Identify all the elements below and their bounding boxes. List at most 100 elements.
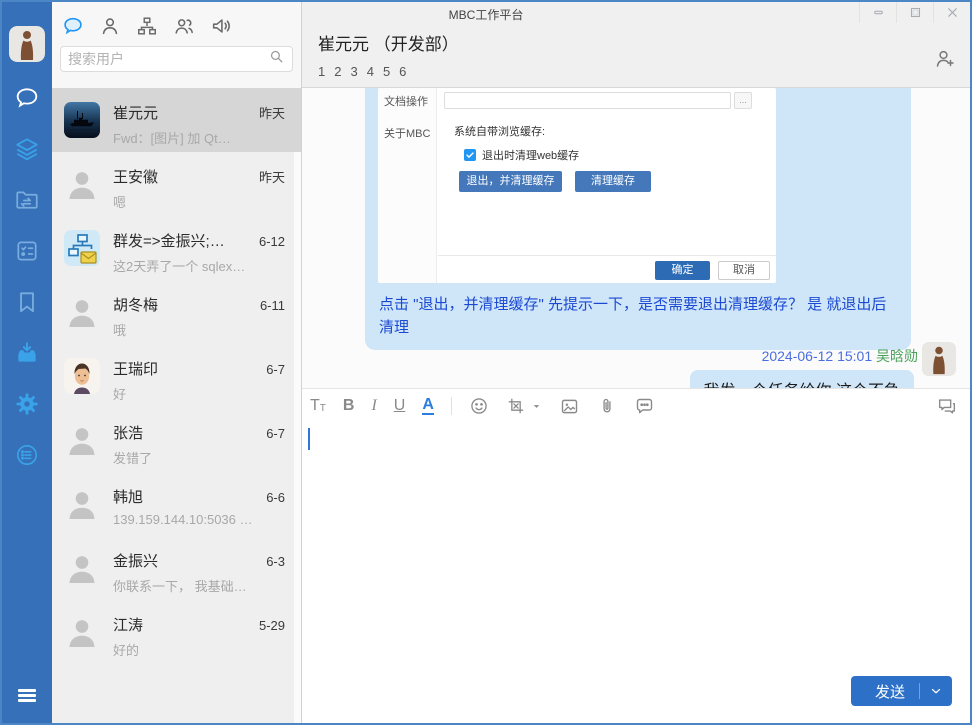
org-chart-icon[interactable] [136, 15, 158, 37]
message-sender: 吴晗勋 [876, 348, 918, 364]
inbox-download-icon[interactable] [13, 339, 41, 367]
tab-3[interactable]: 3 [350, 64, 357, 79]
tab-6[interactable]: 6 [399, 64, 406, 79]
contact-time: 6-12 [259, 234, 285, 249]
dialog-exit-clear-button: 退出，并清理缓存 [459, 171, 562, 192]
titlebar: MBC工作平台 [302, 2, 970, 23]
chat-panel: MBC工作平台 崔元元 （开发部） 1 2 3 4 [302, 2, 970, 723]
search-input[interactable] [68, 51, 268, 67]
contact-time: 5-29 [259, 618, 285, 633]
default-avatar [64, 294, 100, 330]
recent-chats-icon[interactable] [62, 15, 84, 37]
attachment-icon[interactable] [597, 396, 617, 416]
default-avatar [64, 550, 100, 586]
contacts-panel: 崔元元昨天 Fwd：[图片] 加 Qt… 王安徽昨天 嗯 群发=>金振 [52, 2, 302, 723]
contact-name: 群发=>金振兴;… [113, 230, 253, 251]
contact-row-zhanghao[interactable]: 张浩6-7 发错了 [52, 408, 301, 472]
font-color-button[interactable]: A [422, 397, 434, 415]
contact-time: 6-7 [266, 362, 285, 377]
layers-icon[interactable] [13, 135, 41, 163]
dialog-text-field [444, 92, 731, 109]
tab-4[interactable]: 4 [367, 64, 374, 79]
image-icon[interactable] [559, 396, 580, 417]
contacts-person-icon[interactable] [99, 15, 121, 37]
outgoing-message-bubble: 我发一个任务给你 这个不急 [690, 370, 914, 388]
dialog-clear-button: 清理缓存 [575, 171, 651, 192]
minimize-button[interactable] [859, 2, 896, 23]
contact-time: 6-7 [266, 426, 285, 441]
text-cursor [308, 428, 310, 450]
embedded-screenshot-image[interactable]: 文档操作 关于MBC ... 系统自带浏览缓存: 退出时清理web缓存 退出，并… [378, 88, 776, 283]
composer-toolbar: TT B I U A [302, 388, 970, 424]
message-input-area[interactable]: 发送 [302, 424, 970, 724]
search-box [60, 46, 293, 72]
maximize-button[interactable] [896, 2, 933, 23]
dialog-browse-button: ... [734, 92, 752, 109]
contact-name: 胡冬梅 [113, 294, 254, 315]
add-person-icon[interactable] [933, 46, 957, 70]
chat-header: 崔元元 （开发部） [302, 23, 970, 64]
settings-gear-icon[interactable] [13, 390, 41, 418]
hamburger-menu-icon[interactable] [2, 683, 52, 707]
close-button[interactable] [933, 2, 970, 23]
search-icon[interactable] [268, 48, 285, 70]
contact-row-hudongmei[interactable]: 胡冬梅6-11 哦 [52, 280, 301, 344]
contact-preview: 139.159.144.10:5036 … [113, 512, 285, 527]
contact-row-wanganhui[interactable]: 王安徽昨天 嗯 [52, 152, 301, 216]
contacts-header [52, 2, 301, 88]
announcement-speaker-icon[interactable] [210, 15, 232, 37]
contact-row-wangruiyin[interactable]: 王瑞印 6-7 好 [52, 344, 301, 408]
chat-bubble-icon[interactable] [13, 84, 41, 112]
contact-time: 6-3 [266, 554, 285, 569]
contact-preview: 这2天弄了一个 sqlex… [113, 256, 285, 275]
default-avatar [64, 486, 100, 522]
checkbox-checked-icon [464, 149, 476, 161]
contact-preview: 嗯 [113, 192, 285, 211]
contact-row-hanxu[interactable]: 韩旭6-6 139.159.144.10:5036 … [52, 472, 301, 536]
emoji-icon[interactable] [469, 396, 489, 416]
cartoon-face-avatar [64, 358, 100, 394]
contact-row-jinzhenxing[interactable]: 金振兴6-3 你联系一下， 我基础… [52, 536, 301, 600]
bold-button[interactable]: B [343, 398, 355, 414]
app-window: 崔元元昨天 Fwd：[图片] 加 Qt… 王安徽昨天 嗯 群发=>金振 [0, 0, 972, 725]
contact-name: 崔元元 [113, 102, 253, 123]
dialog-ok-button: 确定 [655, 261, 710, 280]
contact-row-cuiyuanyuan[interactable]: 崔元元昨天 Fwd：[图片] 加 Qt… [52, 88, 301, 152]
contact-name: 张浩 [113, 422, 260, 443]
message-record-icon[interactable] [634, 396, 655, 417]
contact-row-qunfa[interactable]: 群发=>金振兴;… 6-12 这2天弄了一个 sqlex… [52, 216, 301, 280]
font-size-button[interactable]: TT [310, 398, 326, 414]
group-contacts-icon[interactable] [173, 15, 195, 37]
pagination-tabs: 1 2 3 4 5 6 [302, 64, 970, 88]
my-avatar[interactable] [9, 26, 45, 62]
tab-2[interactable]: 2 [334, 64, 341, 79]
italic-button[interactable]: I [371, 398, 376, 414]
contact-row-jiangtao[interactable]: 江涛5-29 好的 [52, 600, 301, 664]
chat-title: 崔元元 （开发部） [318, 30, 459, 55]
message-time: 2024-06-12 15:01 [762, 348, 873, 364]
bookmark-icon[interactable] [13, 288, 41, 316]
tab-1[interactable]: 1 [318, 64, 325, 79]
contact-time: 6-11 [260, 298, 285, 313]
toolbar-divider [451, 397, 452, 415]
send-options-caret-icon[interactable] [920, 684, 952, 698]
about-list-icon[interactable] [13, 441, 41, 469]
message-history: 文档操作 关于MBC ... 系统自带浏览缓存: 退出时清理web缓存 退出，并… [302, 88, 970, 388]
screenshot-caret-icon[interactable] [531, 401, 542, 412]
contact-time: 昨天 [259, 167, 285, 186]
contact-preview: 好 [113, 384, 285, 403]
screenshot-icon[interactable] [506, 396, 526, 416]
default-avatar [64, 614, 100, 650]
chat-records-icon[interactable] [936, 395, 958, 417]
default-avatar [64, 166, 100, 202]
underline-button[interactable]: U [394, 398, 406, 414]
send-button[interactable]: 发送 [851, 676, 952, 706]
contact-name: 江涛 [113, 614, 253, 635]
sender-avatar[interactable] [922, 342, 956, 376]
tab-5[interactable]: 5 [383, 64, 390, 79]
window-controls [859, 2, 970, 23]
folder-transfer-icon[interactable] [13, 186, 41, 214]
dialog-sidebar: 文档操作 关于MBC [378, 88, 437, 283]
task-list-icon[interactable] [13, 237, 41, 265]
contact-name: 王瑞印 [113, 358, 260, 379]
